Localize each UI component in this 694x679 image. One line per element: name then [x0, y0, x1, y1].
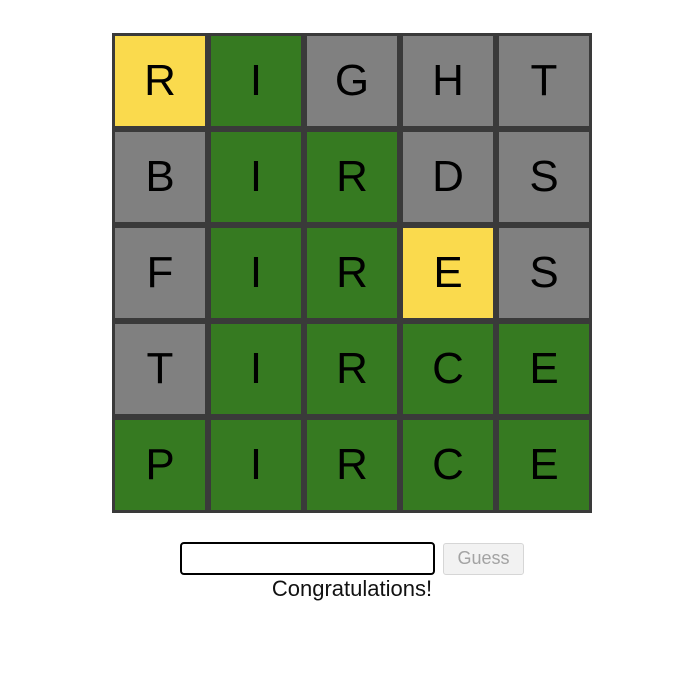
board-tile: R [115, 36, 205, 126]
board-tile: I [211, 324, 301, 414]
board-tile: C [403, 324, 493, 414]
board-tile: D [403, 132, 493, 222]
board-tile: G [307, 36, 397, 126]
board-tile: H [403, 36, 493, 126]
board-tile: R [307, 228, 397, 318]
board-tile: E [499, 324, 589, 414]
board-tile: I [211, 420, 301, 510]
board-tile: B [115, 132, 205, 222]
board-tile: R [307, 132, 397, 222]
board-tile: F [115, 228, 205, 318]
board-tile: S [499, 228, 589, 318]
board-tile: I [211, 228, 301, 318]
game-board: R I G H T B I R D S F I R E S T I R C E … [112, 33, 592, 513]
board-tile: I [211, 36, 301, 126]
guess-controls: Guess [180, 542, 524, 575]
board-tile: E [499, 420, 589, 510]
board-tile: R [307, 420, 397, 510]
guess-button[interactable]: Guess [443, 542, 524, 575]
board-tile: T [115, 324, 205, 414]
status-message: Congratulations! [271, 576, 433, 601]
board-tile: R [307, 324, 397, 414]
guess-input[interactable] [180, 542, 435, 575]
board-tile: C [403, 420, 493, 510]
board-tile: I [211, 132, 301, 222]
board-tile: P [115, 420, 205, 510]
board-tile: S [499, 132, 589, 222]
board-tile: T [499, 36, 589, 126]
board-tile: E [403, 228, 493, 318]
